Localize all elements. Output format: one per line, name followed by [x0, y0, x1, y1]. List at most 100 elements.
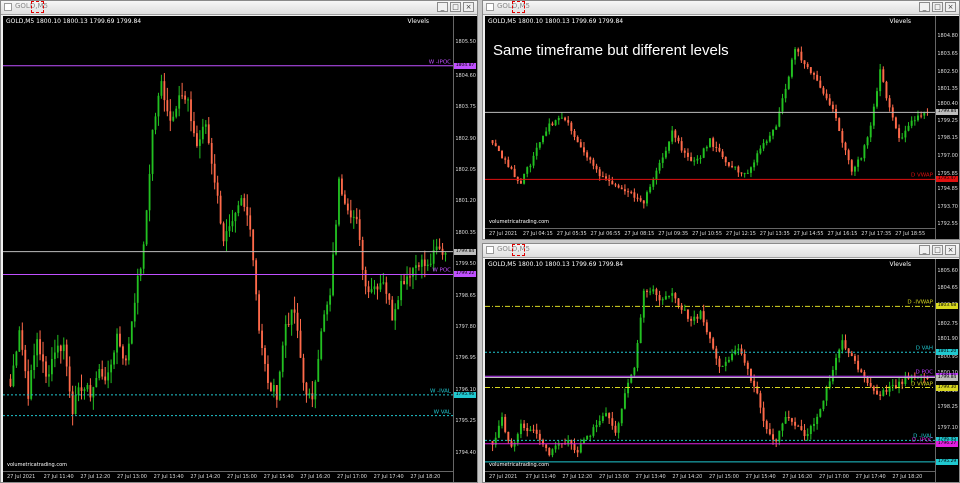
maximize-button[interactable]: □: [932, 245, 943, 255]
minimize-button[interactable]: _: [437, 2, 448, 12]
minimize-button[interactable]: _: [919, 245, 930, 255]
candle-body: [658, 295, 661, 301]
chart-window-2[interactable]: GOLD,M5 _ □ × GOLD,M5 1800.10 1800.13 17…: [482, 0, 960, 240]
candle-body: [542, 135, 544, 143]
candle-body: [326, 304, 329, 315]
candle-body: [831, 369, 834, 382]
close-button[interactable]: ×: [945, 2, 956, 12]
candle-body: [160, 81, 163, 96]
candle-body: [151, 129, 154, 174]
candle-body: [15, 351, 18, 366]
candle-body: [586, 436, 589, 440]
candle-body: [592, 427, 595, 436]
time-axis[interactable]: 27 Jul 2021 27 Jul 04:15 27 Jul 05:35 27 Ju…: [485, 228, 935, 239]
candle-body: [806, 64, 809, 68]
chart-window-1[interactable]: GOLD,M5 _ □ × GOLD,M5 1800.10 1800.13 17…: [0, 0, 478, 483]
price-axis[interactable]: 1805.50 1804.60 1803.75 1802.90 1802.05 1801.…: [453, 16, 477, 482]
candle-body: [835, 357, 838, 370]
time-tick-label: 27 Jul 11:40: [43, 474, 74, 480]
time-tick-label: 27 Jul 12:15: [725, 231, 756, 237]
candle-body: [538, 142, 541, 148]
watermark: volumetricatrading.com: [489, 219, 549, 225]
candle-body: [649, 186, 652, 193]
time-axis[interactable]: 27 Jul 2021 27 Jul 11:40 27 Jul 12:20 27 Ju…: [3, 471, 453, 482]
candle-body: [828, 381, 831, 388]
candle-body: [302, 357, 305, 383]
minimize-button[interactable]: _: [919, 2, 930, 12]
price-tick-label: 1795.25: [455, 418, 476, 425]
time-axis[interactable]: 27 Jul 2021 27 Jul 11:40 27 Jul 12:20 27 Ju…: [485, 471, 935, 482]
candle-body: [756, 153, 759, 163]
candle-body: [860, 158, 863, 160]
candle-body: [181, 95, 184, 97]
candle-body: [196, 133, 198, 146]
symbol-info: GOLD,M5 1800.10 1800.13 1799.69 1799.84: [6, 18, 142, 25]
candle-body: [519, 180, 522, 184]
candle-body: [712, 338, 715, 349]
candle-body: [557, 117, 560, 121]
time-tick-label: 27 Jul 18:20: [892, 474, 923, 480]
window-titlebar[interactable]: GOLD,M5 _ □ ×: [483, 1, 959, 15]
candle-body: [838, 118, 841, 132]
candle-body: [589, 435, 592, 437]
candle-body: [822, 400, 825, 410]
price-chart[interactable]: GOLD,M5 1800.10 1800.13 1799.69 1799.84 …: [485, 16, 959, 239]
candle-body: [429, 263, 432, 265]
price-axis[interactable]: 1805.601804.651803.751802.751801.901800.…: [935, 259, 959, 482]
price-tick-label: 1805.50: [455, 39, 476, 46]
level-label: W POC: [432, 267, 451, 274]
price-chart[interactable]: GOLD,M5 1800.10 1800.13 1799.69 1799.84 …: [485, 259, 959, 482]
candle-body: [275, 385, 278, 400]
candle-body: [296, 312, 299, 331]
candle-body: [204, 124, 207, 127]
maximize-button[interactable]: □: [932, 2, 943, 12]
candle-body: [816, 416, 819, 424]
candle-body: [598, 169, 601, 177]
candle-body: [749, 368, 752, 381]
candle-body: [683, 150, 686, 153]
candle-body: [655, 170, 658, 180]
candle-body: [136, 275, 139, 303]
candle-body: [894, 117, 897, 129]
candle-body: [48, 374, 50, 377]
time-tick-label: 27 Jul 13:40: [153, 474, 184, 480]
candle-body: [737, 166, 740, 173]
chart-window-3[interactable]: GOLD,M5 _ □ × GOLD,M5 1800.10 1800.13 17…: [482, 243, 960, 483]
candle-body: [9, 378, 12, 387]
candle-body: [731, 165, 734, 168]
close-button[interactable]: ×: [945, 245, 956, 255]
candle-body: [620, 187, 623, 190]
candle-body: [529, 429, 532, 432]
candle-body: [314, 381, 317, 400]
candle-body: [797, 49, 800, 52]
candle-body: [507, 431, 510, 442]
candle-body: [535, 147, 538, 156]
candle-body: [765, 141, 768, 144]
window-titlebar[interactable]: GOLD,M5 _ □ ×: [1, 1, 477, 15]
candle-body: [554, 445, 557, 450]
candle-body: [699, 157, 702, 159]
candle-body: [784, 88, 787, 99]
candle-body: [775, 126, 778, 130]
candle-body: [794, 421, 797, 426]
candle-body: [329, 295, 332, 305]
candle-body: [592, 159, 595, 166]
candle-body: [623, 189, 626, 192]
candle-body: [898, 128, 901, 138]
candle-body: [690, 318, 693, 321]
candle-body: [228, 226, 231, 232]
candles-layer: [3, 65, 453, 426]
candle-body: [526, 167, 529, 174]
close-button[interactable]: ×: [463, 2, 474, 12]
candle-body: [24, 349, 27, 372]
candle-body: [426, 264, 429, 266]
candle-body: [373, 286, 376, 290]
candle-body: [627, 191, 630, 193]
time-tick-label: 27 Jul 2021: [489, 474, 518, 480]
price-axis[interactable]: 1804.80 1803.65 1802.50 1801.35 1800.40 1799.…: [935, 16, 959, 239]
time-tick-label: 27 Jul 15:40: [745, 474, 776, 480]
maximize-button[interactable]: □: [450, 2, 461, 12]
window-titlebar[interactable]: GOLD,M5 _ □ ×: [483, 244, 959, 258]
level-label: D VWAP: [911, 172, 933, 179]
price-chart[interactable]: GOLD,M5 1800.10 1800.13 1799.69 1799.84 …: [3, 16, 477, 482]
